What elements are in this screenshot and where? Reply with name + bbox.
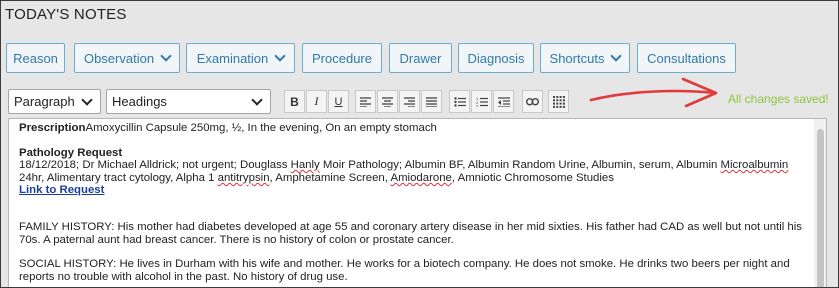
spelling-flag: Amiodarone [390, 171, 452, 184]
pathology-text: 24hr, Alimentary tract cytology, Alpha 1 [19, 171, 218, 184]
pathology-text: , Amphetamine Screen, [269, 171, 391, 184]
shortcuts-button[interactable]: Shortcuts [540, 43, 630, 73]
procedure-button[interactable]: Procedure [302, 43, 382, 73]
table-icon[interactable] [548, 90, 569, 113]
headings-select-value: Headings [112, 94, 167, 109]
note-editor[interactable]: PrescriptionAmoxycillin Capsule 250mg, ½… [8, 118, 827, 287]
svg-text:3: 3 [476, 103, 479, 107]
headings-select[interactable]: Headings [106, 89, 271, 114]
insert-group [522, 90, 544, 113]
chevron-down-icon [81, 94, 93, 106]
align-right-icon[interactable] [399, 90, 420, 113]
save-status: All changes saved! [728, 92, 829, 106]
spelling-flag: Hanly [290, 159, 320, 172]
prescription-line: PrescriptionAmoxycillin Capsule 250mg, ½… [19, 122, 809, 135]
observation-button[interactable]: Observation [74, 43, 180, 73]
spelling-flag: Microalbumin [720, 159, 789, 172]
chevron-down-icon [160, 50, 172, 62]
procedure-label: Procedure [312, 50, 372, 66]
align-left-icon[interactable] [355, 90, 376, 113]
notes-panel: TODAY'S NOTES Reason Observation Examina… [0, 0, 839, 288]
prescription-label: Prescription [19, 122, 86, 134]
drawer-button[interactable]: Drawer [389, 43, 452, 73]
list-group: 123 [449, 90, 515, 113]
pathology-heading: Pathology Request [19, 146, 123, 159]
italic-label: I [314, 94, 319, 108]
note-content[interactable]: PrescriptionAmoxycillin Capsule 250mg, ½… [19, 122, 809, 283]
underline-button[interactable]: U [328, 90, 349, 113]
prescription-text: Amoxycillin Capsule 250mg, ½, In the eve… [85, 122, 437, 134]
link-icon[interactable] [522, 90, 543, 113]
align-center-icon[interactable] [377, 90, 398, 113]
drawer-label: Drawer [399, 50, 442, 66]
chevron-down-icon [610, 50, 623, 62]
outdent-icon[interactable] [493, 90, 514, 113]
reason-button[interactable]: Reason [6, 43, 65, 73]
bold-label: B [290, 94, 299, 109]
chevron-down-icon [251, 94, 263, 106]
spelling-flag: antitrypsin [217, 171, 270, 184]
annotation-arrow-icon [589, 77, 718, 108]
table-group [548, 90, 570, 113]
pathology-text: , Amniotic Chromosome Studies [451, 171, 614, 184]
consultations-label: Consultations [647, 50, 726, 66]
alignment-group [355, 90, 443, 113]
pathology-details: 18/12/2018; Dr Michael Alldrick; not urg… [19, 159, 809, 184]
bullet-list-icon[interactable] [449, 90, 470, 113]
family-history: FAMILY HISTORY: His mother had diabetes … [19, 220, 802, 246]
paragraph-select-value: Paragraph [14, 94, 75, 109]
scrollbar-thumb[interactable] [817, 129, 824, 287]
shortcuts-label: Shortcuts [549, 50, 605, 66]
text-style-group: B I U [284, 90, 350, 113]
paragraph-select[interactable]: Paragraph [8, 89, 101, 114]
bold-button[interactable]: B [284, 90, 305, 113]
reason-label: Reason [13, 50, 58, 66]
italic-button[interactable]: I [306, 90, 327, 113]
link-to-request[interactable]: Link to Request [19, 184, 104, 196]
pathology-text: Moir Pathology; Albumin BF, Albumin Rand… [319, 159, 721, 172]
align-justify-icon[interactable] [421, 90, 442, 113]
diagnosis-label: Diagnosis [467, 50, 525, 66]
consultations-button[interactable]: Consultations [637, 43, 736, 73]
chevron-down-icon [274, 50, 286, 62]
editor-scrollbar[interactable] [814, 119, 826, 287]
social-history: SOCIAL HISTORY: He lives in Durham with … [19, 258, 790, 283]
numbered-list-icon[interactable]: 123 [471, 90, 492, 113]
diagnosis-button[interactable]: Diagnosis [458, 43, 534, 73]
pathology-text: 18/12/2018; Dr Michael Alldrick; not urg… [19, 159, 291, 172]
page-title: TODAY'S NOTES [5, 6, 127, 23]
examination-button[interactable]: Examination [186, 43, 295, 73]
underline-label: U [334, 95, 343, 108]
examination-label: Examination [196, 50, 269, 66]
observation-label: Observation [83, 50, 155, 66]
